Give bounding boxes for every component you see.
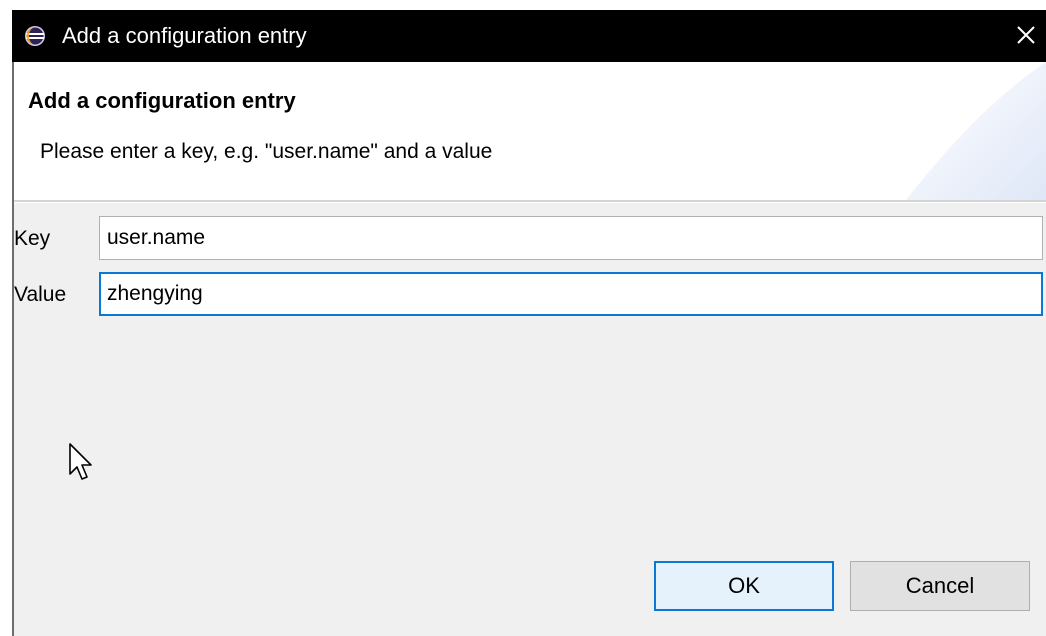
title-bar: Add a configuration entry [12,10,1046,62]
key-input[interactable] [99,216,1043,260]
banner-message: Please enter a key, e.g. "user.name" and… [40,140,493,163]
value-input[interactable] [99,272,1043,316]
banner-decoration [906,62,1046,200]
key-label: Key [14,227,51,250]
eclipse-icon [25,26,45,46]
value-label: Value [14,283,67,306]
banner-title: Add a configuration entry [28,88,296,113]
dialog-banner: Add a configuration entry Please enter a… [12,62,1046,200]
window-border [12,62,14,636]
banner-separator [12,200,1046,203]
window-title: Add a configuration entry [62,23,307,48]
close-icon[interactable] [1012,20,1040,50]
dialog-window: Add a configuration entry Add a configur… [12,10,1046,636]
cancel-button[interactable]: Cancel [850,561,1030,611]
ok-button[interactable]: OK [654,561,834,611]
mouse-pointer-icon [69,443,92,480]
